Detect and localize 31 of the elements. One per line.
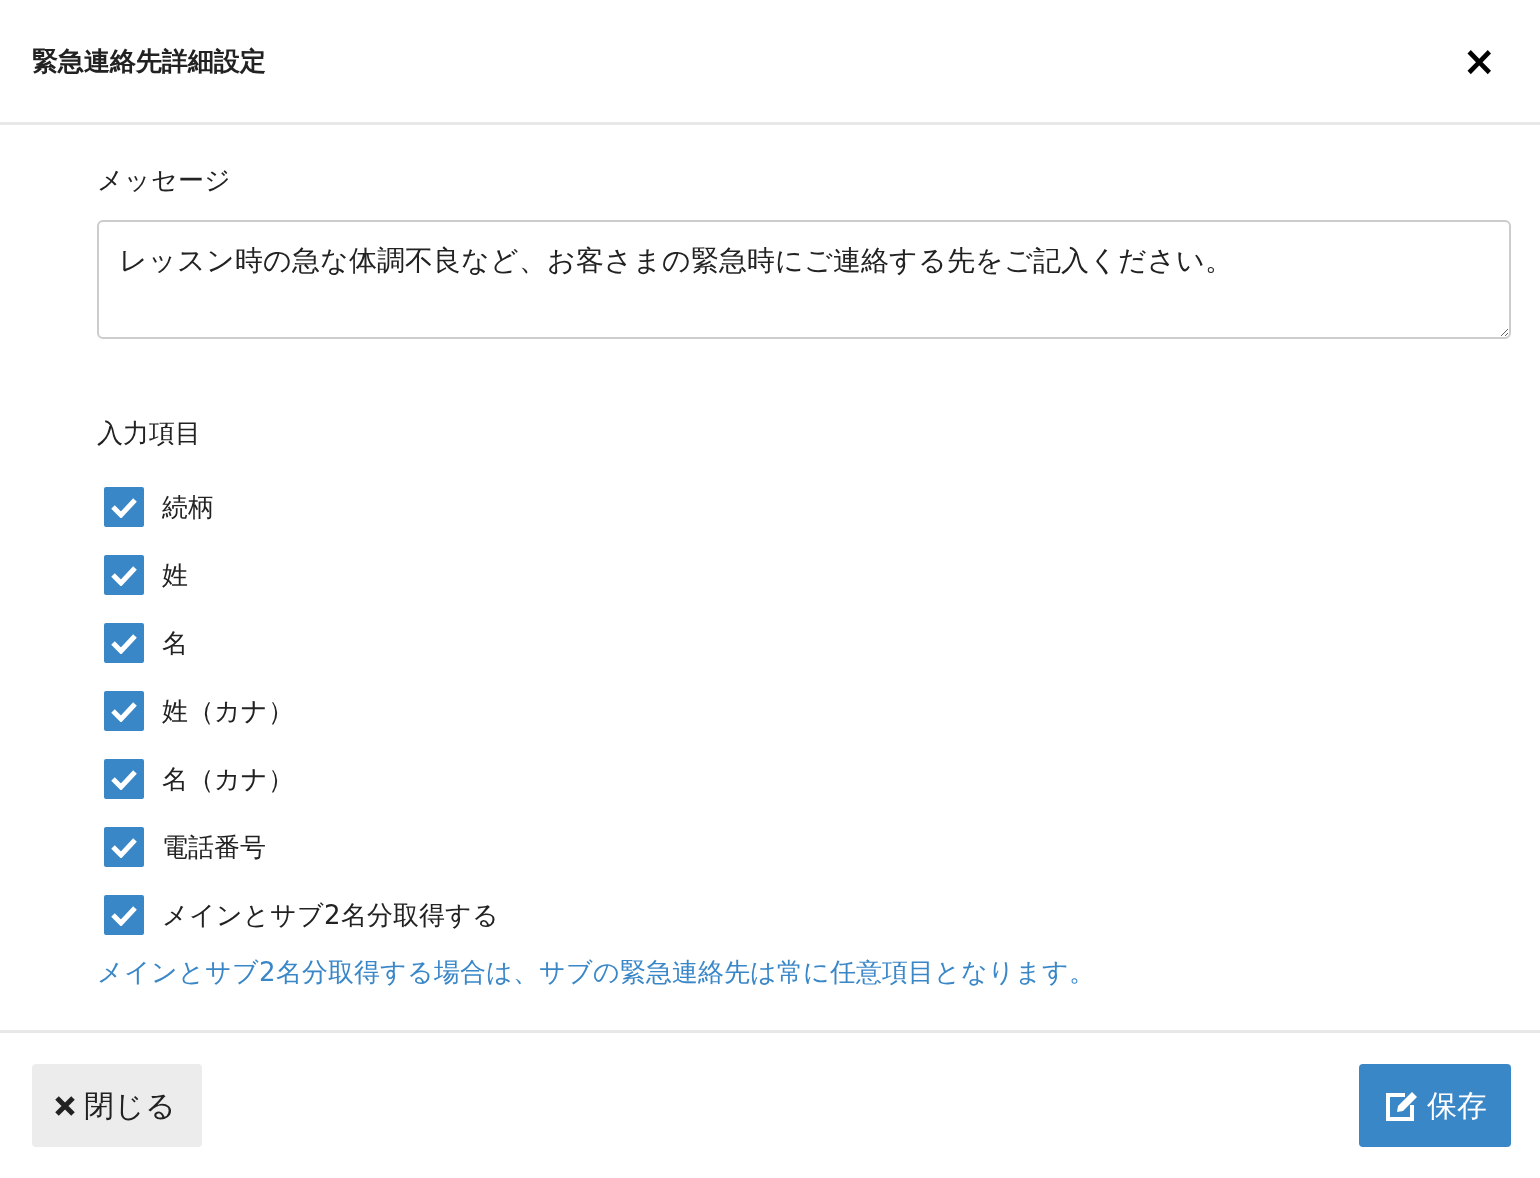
close-button[interactable]: × [1450,41,1508,81]
checkbox[interactable] [104,759,144,799]
checkmark-icon [110,836,138,858]
checkmark-icon [110,564,138,586]
checkbox-label: 続柄 [162,490,214,524]
message-field[interactable]: レッスン時の急な体調不良など、お客さまの緊急時にご連絡する先をご記入ください。 [97,220,1511,339]
close-icon [54,1094,76,1117]
checkbox-label: 電話番号 [162,830,266,864]
checkbox-label: 姓（カナ） [162,694,294,728]
checkbox-label: 名（カナ） [162,762,294,796]
checkbox[interactable] [104,827,144,867]
checkmark-icon [110,632,138,654]
checkbox-label: 姓 [162,558,188,592]
note-text: メインとサブ2名分取得する場合は、サブの緊急連絡先は常に任意項目となります。 [97,956,1096,989]
checkmark-icon [110,904,138,926]
checkbox[interactable] [104,555,144,595]
close-dialog-button[interactable]: 閉じる [32,1064,202,1147]
edit-icon [1383,1089,1419,1122]
checkbox-label: メインとサブ2名分取得する [162,898,499,932]
checkmark-icon [110,700,138,722]
checkbox[interactable] [104,623,144,663]
checkbox[interactable] [104,691,144,731]
dialog-title: 緊急連絡先詳細設定 [32,44,266,78]
section-label: 入力項目 [97,417,202,450]
checkbox[interactable] [104,895,144,935]
save-button[interactable]: 保存 [1359,1064,1511,1147]
checkmark-icon [110,496,138,518]
checkmark-icon [110,768,138,790]
field-label: メッセージ [97,164,232,197]
checkbox[interactable] [104,487,144,527]
checkbox-label: 名 [162,626,188,660]
